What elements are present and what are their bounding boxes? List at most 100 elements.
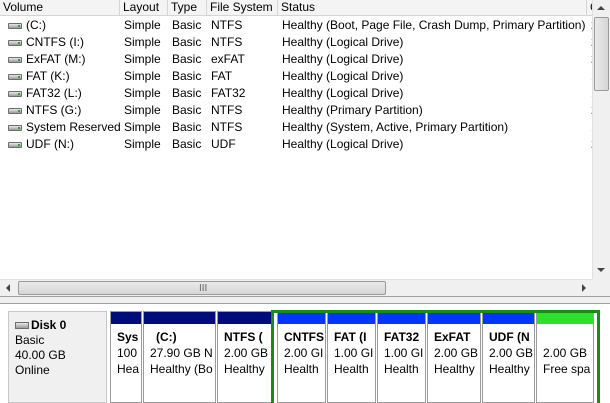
- volume-name: (C:): [26, 18, 46, 32]
- horizontal-scrollbar[interactable]: III: [0, 279, 592, 296]
- volume-rows: (C:) Simple Basic NTFS Healthy (Boot, Pa…: [0, 17, 604, 153]
- volume-file-system: FAT32: [211, 86, 246, 100]
- volume-type: Basic: [172, 86, 202, 100]
- pane-splitter[interactable]: [0, 296, 610, 304]
- partition-status: Healthy: [224, 362, 265, 376]
- scroll-right-button[interactable]: [575, 280, 592, 296]
- disk-type: Basic: [15, 333, 45, 347]
- column-layout[interactable]: Layout: [120, 0, 168, 15]
- volume-type: Basic: [172, 35, 202, 49]
- column-file-system[interactable]: File System: [207, 0, 278, 15]
- volume-name: CNTFS (I:): [26, 35, 84, 49]
- table-row[interactable]: UDF (N:) Simple Basic UDF Healthy (Logic…: [0, 136, 601, 153]
- volume-name: FAT32 (L:): [26, 86, 82, 100]
- volume-layout: Simple: [124, 86, 161, 100]
- volume-file-system: NTFS: [211, 103, 243, 117]
- table-row[interactable]: (C:) Simple Basic NTFS Healthy (Boot, Pa…: [0, 17, 604, 34]
- volume-layout: Simple: [124, 103, 161, 117]
- scroll-left-button[interactable]: [0, 280, 17, 296]
- volume-type: Basic: [172, 120, 202, 134]
- volume-name: ExFAT (M:): [26, 52, 86, 66]
- volume-type: Basic: [172, 18, 202, 32]
- disk-name: Disk 0: [31, 318, 67, 332]
- column-header: Volume Layout Type File System Status C: [0, 0, 592, 16]
- volume-layout: Simple: [124, 69, 161, 83]
- arrow-up-icon: [597, 6, 605, 10]
- column-volume[interactable]: Volume: [0, 0, 120, 15]
- partition-c[interactable]: (C:) 27.90 GB N Healthy (Bo: [143, 311, 216, 403]
- volume-layout: Simple: [124, 120, 161, 134]
- volume-status: Healthy (Boot, Page File, Crash Dump, Pr…: [282, 18, 586, 32]
- partition-system-reserved[interactable]: Sys 100 Hea: [110, 311, 142, 403]
- scroll-down-button[interactable]: [593, 262, 610, 279]
- volume-layout: Simple: [124, 35, 161, 49]
- table-row[interactable]: ExFAT (M:) Simple Basic exFAT Healthy (L…: [0, 51, 601, 68]
- volume-status: Healthy (Primary Partition): [282, 103, 423, 117]
- partition-bar: [111, 312, 141, 324]
- volume-name: UDF (N:): [26, 137, 74, 151]
- partition-bar: [218, 312, 271, 324]
- drive-icon: [8, 142, 22, 148]
- drive-icon: [8, 108, 22, 114]
- volume-file-system: FAT: [211, 69, 233, 83]
- partition-size: 27.90 GB N: [150, 346, 213, 360]
- drive-icon: [8, 40, 22, 46]
- volume-layout: Simple: [124, 137, 161, 151]
- table-row[interactable]: NTFS (G:) Simple Basic NTFS Healthy (Pri…: [0, 102, 601, 119]
- partition-title: NTFS (: [224, 330, 263, 344]
- column-type[interactable]: Type: [168, 0, 207, 15]
- partition-status: Hea: [117, 362, 140, 376]
- volume-file-system: exFAT: [211, 52, 245, 66]
- volume-status: Healthy (System, Active, Primary Partiti…: [282, 120, 509, 134]
- disk-state: Online: [15, 363, 50, 377]
- volume-status: Healthy (Logical Drive): [282, 69, 404, 83]
- partition-bar: [144, 312, 215, 324]
- table-row[interactable]: FAT32 (L:) Simple Basic FAT32 Healthy (L…: [0, 85, 604, 102]
- volume-layout: Simple: [124, 18, 161, 32]
- drive-icon: [8, 57, 22, 63]
- scroll-grip-icon: III: [199, 283, 208, 294]
- scroll-up-button[interactable]: [593, 0, 610, 17]
- partition-ntfs-g[interactable]: NTFS ( 2.00 GB Healthy: [217, 311, 272, 403]
- volume-type: Basic: [172, 137, 202, 151]
- arrow-down-icon: [597, 268, 605, 272]
- volume-layout: Simple: [124, 52, 161, 66]
- partition-title: (C:): [156, 330, 177, 344]
- drive-icon: [8, 23, 22, 29]
- arrow-right-icon: [582, 284, 586, 292]
- volume-file-system: NTFS: [211, 35, 243, 49]
- volume-status: Healthy (Logical Drive): [282, 52, 404, 66]
- volume-status: Healthy (Logical Drive): [282, 86, 404, 100]
- horizontal-scroll-thumb[interactable]: III: [18, 281, 386, 295]
- volume-name: FAT (K:): [26, 69, 70, 83]
- vertical-scroll-thumb[interactable]: [594, 17, 609, 91]
- disk-icon: [15, 322, 29, 329]
- extended-partition-outline: [271, 310, 600, 403]
- disk-size: 40.00 GB: [15, 348, 66, 362]
- volume-list-pane: Volume Layout Type File System Status C …: [0, 0, 610, 298]
- volume-file-system: UDF: [211, 137, 236, 151]
- disk-map-pane: Disk 0 Basic 40.00 GB Online Sys 100 Hea…: [0, 304, 610, 403]
- volume-status: Healthy (Logical Drive): [282, 137, 404, 151]
- volume-file-system: NTFS: [211, 120, 243, 134]
- volume-type: Basic: [172, 52, 202, 66]
- scrollbar-corner: [592, 279, 610, 296]
- table-row[interactable]: FAT (K:) Simple Basic FAT Healthy (Logic…: [0, 68, 601, 85]
- drive-icon: [8, 74, 22, 80]
- volume-name: System Reserved: [26, 120, 120, 134]
- arrow-left-icon: [6, 284, 10, 292]
- table-row[interactable]: CNTFS (I:) Simple Basic NTFS Healthy (Lo…: [0, 34, 601, 51]
- partition-title: Sys: [117, 330, 139, 344]
- volume-type: Basic: [172, 69, 202, 83]
- table-row[interactable]: System Reserved Simple Basic NTFS Health…: [0, 119, 604, 136]
- partition-size: 100: [117, 346, 138, 360]
- vertical-scrollbar[interactable]: [592, 0, 610, 279]
- partition-size: 2.00 GB: [224, 346, 269, 360]
- column-status[interactable]: Status: [278, 0, 587, 15]
- partition-status: Healthy (Bo: [150, 362, 213, 376]
- drive-icon: [8, 125, 22, 131]
- volume-type: Basic: [172, 103, 202, 117]
- disk-info[interactable]: Disk 0 Basic 40.00 GB Online: [8, 311, 107, 403]
- volume-name: NTFS (G:): [26, 103, 82, 117]
- drive-icon: [8, 91, 22, 97]
